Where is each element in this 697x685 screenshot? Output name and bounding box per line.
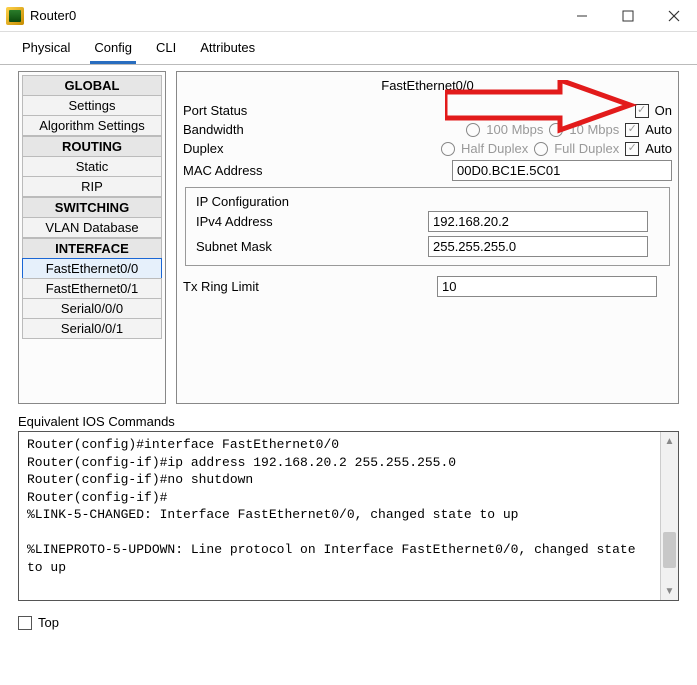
txring-input[interactable] [437,276,657,297]
sidebar-item-algorithm-settings[interactable]: Algorithm Settings [22,115,162,136]
sidebar-item-serial001[interactable]: Serial0/0/1 [22,318,162,339]
scroll-down-icon[interactable]: ▼ [661,582,678,600]
panel-title: FastEthernet0/0 [183,76,672,101]
row-port-status: Port Status On [183,101,672,120]
tab-config[interactable]: Config [90,38,136,64]
bandwidth-100mbps-radio[interactable] [466,123,480,137]
window-buttons [559,0,697,31]
duplex-full-radio[interactable] [534,142,548,156]
ipv4-input[interactable] [428,211,648,232]
tab-attributes[interactable]: Attributes [196,38,259,64]
minimize-button[interactable] [559,0,605,31]
bandwidth-label: Bandwidth [183,122,285,137]
scroll-up-icon[interactable]: ▲ [661,432,678,450]
mask-label: Subnet Mask [196,239,428,254]
sidebar-header-interface: INTERFACE [22,238,162,259]
row-ipv4: IPv4 Address [196,209,659,234]
top-checkbox[interactable] [18,616,32,630]
sidebar-item-static[interactable]: Static [22,156,162,177]
config-panel: FastEthernet0/0 Port Status On Bandwidth… [176,71,679,404]
sidebar-item-serial000[interactable]: Serial0/0/0 [22,298,162,319]
close-icon [668,10,680,22]
ios-textarea[interactable]: Router(config)#interface FastEthernet0/0… [19,432,660,600]
ios-box: Router(config)#interface FastEthernet0/0… [18,431,679,601]
duplex-label: Duplex [183,141,285,156]
row-mac: MAC Address [183,158,672,183]
duplex-auto-checkbox[interactable] [625,142,639,156]
titlebar: Router0 [0,0,697,32]
mac-label: MAC Address [183,163,285,178]
maximize-icon [622,10,634,22]
tab-cli[interactable]: CLI [152,38,180,64]
txring-label: Tx Ring Limit [183,279,437,294]
sidebar-item-settings[interactable]: Settings [22,95,162,116]
mask-input[interactable] [428,236,648,257]
maximize-button[interactable] [605,0,651,31]
close-button[interactable] [651,0,697,31]
duplex-full-text: Full Duplex [554,141,619,156]
bandwidth-100mbps-text: 100 Mbps [486,122,543,137]
ip-config-title: IP Configuration [196,194,659,209]
row-bandwidth: Bandwidth 100 Mbps 10 Mbps Auto [183,120,672,139]
sidebar-item-fastethernet00[interactable]: FastEthernet0/0 [22,258,162,279]
tab-bar: Physical Config CLI Attributes [0,32,697,65]
sidebar-header-global: GLOBAL [22,75,162,96]
bandwidth-auto-checkbox[interactable] [625,123,639,137]
sidebar-item-fastethernet01[interactable]: FastEthernet0/1 [22,278,162,299]
ios-section: Equivalent IOS Commands Router(config)#i… [0,410,697,601]
minimize-icon [576,10,588,22]
mac-input[interactable] [452,160,672,181]
row-mask: Subnet Mask [196,234,659,259]
port-status-on-checkbox[interactable] [635,104,649,118]
sidebar: GLOBAL Settings Algorithm Settings ROUTI… [18,71,166,404]
sidebar-item-vlan-database[interactable]: VLAN Database [22,217,162,238]
bandwidth-10mbps-radio[interactable] [549,123,563,137]
sidebar-item-rip[interactable]: RIP [22,176,162,197]
app-icon [6,7,24,25]
duplex-auto-text: Auto [645,141,672,156]
tab-physical[interactable]: Physical [18,38,74,64]
sidebar-header-switching: SWITCHING [22,197,162,218]
top-label: Top [38,615,59,630]
main-content: GLOBAL Settings Algorithm Settings ROUTI… [0,65,697,410]
ip-config-box: IP Configuration IPv4 Address Subnet Mas… [185,187,670,266]
port-status-on-text: On [655,103,672,118]
port-status-label: Port Status [183,103,285,118]
ios-scrollbar[interactable]: ▲ ▼ [660,432,678,600]
duplex-half-text: Half Duplex [461,141,528,156]
row-duplex: Duplex Half Duplex Full Duplex Auto [183,139,672,158]
ipv4-label: IPv4 Address [196,214,428,229]
bandwidth-10mbps-text: 10 Mbps [569,122,619,137]
footer: Top [0,601,697,644]
duplex-half-radio[interactable] [441,142,455,156]
ios-label: Equivalent IOS Commands [18,414,679,429]
row-txring: Tx Ring Limit [183,274,672,299]
sidebar-header-routing: ROUTING [22,136,162,157]
bandwidth-auto-text: Auto [645,122,672,137]
window-title: Router0 [30,8,559,23]
scroll-thumb[interactable] [663,532,676,568]
